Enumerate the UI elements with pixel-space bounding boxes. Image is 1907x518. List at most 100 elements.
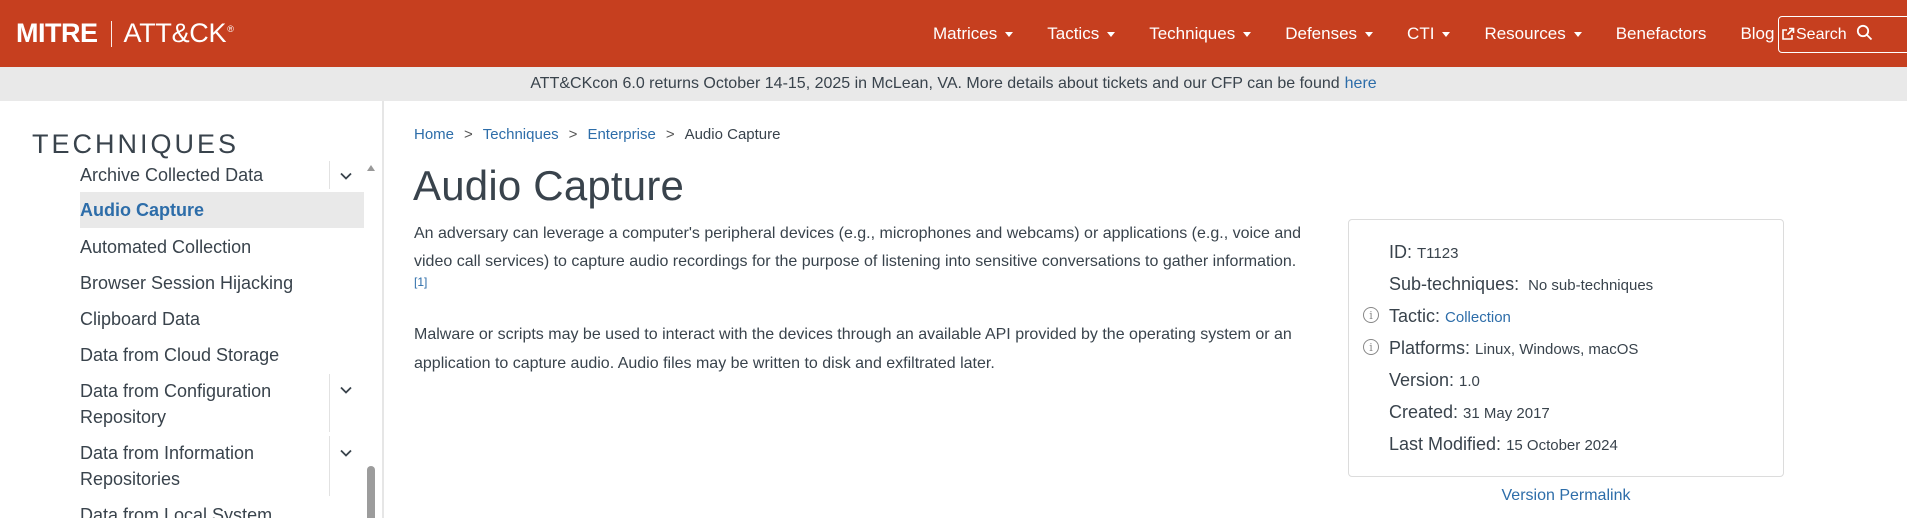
sidebar-item-label: Data from Configuration [80, 381, 272, 401]
description-line: application to capture audio. Audio file… [414, 355, 995, 372]
sidebar-item-label: Browser Session Hijacking [80, 273, 294, 293]
page-title: Audio Capture [413, 162, 685, 209]
sidebar-item-label: Automated Collection [80, 237, 252, 257]
top-navbar: MITRE ATT&CK® Matrices Tactics Technique… [0, 0, 1907, 67]
sidebar-divider [329, 374, 330, 432]
card-row-sub-techniques: Sub-techniques: No sub-techniques [1389, 274, 1653, 295]
technique-info-card: ID: T1123 Sub-techniques: No sub-techniq… [1348, 219, 1784, 477]
last-modified-value: 15 October 2024 [1506, 437, 1618, 454]
sidebar-item-data-from-information-repositories[interactable]: Data from Information Repositories [80, 440, 364, 492]
created-value: 31 May 2017 [1463, 405, 1550, 422]
card-row-platforms: Platforms: Linux, Windows, macOS [1389, 338, 1638, 359]
nav-matrices-label: Matrices [933, 23, 998, 43]
sidebar-item-data-from-configuration-repository[interactable]: Data from Configuration Repository [80, 378, 364, 430]
nav-cti-label: CTI [1407, 23, 1435, 43]
nav-resources[interactable]: Resources [1484, 0, 1582, 67]
sidebar-divider [329, 161, 330, 189]
banner-link[interactable]: here [1345, 75, 1377, 93]
description-line: Malware or scripts may be used to intera… [414, 326, 1292, 343]
chevron-down-icon [1243, 31, 1252, 37]
description-line: An adversary can leverage a computer's p… [414, 225, 1302, 242]
sidebar-item-label: Data from Cloud Storage [80, 345, 280, 365]
id-value: T1123 [1417, 245, 1459, 262]
nav-tactics[interactable]: Tactics [1047, 0, 1116, 67]
nav-menu: Matrices Tactics Techniques Defenses CTI… [933, 0, 1795, 67]
sidebar-item-browser-session-hijacking[interactable]: Browser Session Hijacking [80, 270, 364, 296]
logo-divider [110, 20, 112, 47]
chevron-down-icon[interactable] [339, 383, 353, 397]
card-row-created: Created: 31 May 2017 [1389, 402, 1550, 423]
sidebar-item-label: Clipboard Data [80, 309, 201, 329]
sidebar-item-label: Data from Information [80, 443, 255, 463]
card-row-last-modified: Last Modified: 15 October 2024 [1389, 434, 1618, 455]
nav-defenses-label: Defenses [1285, 23, 1358, 43]
nav-blog-label: Blog [1740, 23, 1775, 43]
platforms-value: Linux, Windows, macOS [1475, 341, 1639, 358]
sidebar-item-label: Archive Collected Data [80, 165, 264, 185]
nav-matrices[interactable]: Matrices [933, 0, 1014, 67]
scroll-up-arrow-icon[interactable] [367, 165, 375, 171]
card-row-version: Version: 1.0 [1389, 370, 1480, 391]
chevron-down-icon[interactable] [339, 446, 353, 460]
last-modified-label: Last Modified: [1389, 434, 1502, 454]
mitre-attack-logo[interactable]: MITRE ATT&CK® [16, 20, 234, 47]
breadcrumb-separator: > [665, 126, 675, 143]
sidebar-title: TECHNIQUES [32, 129, 240, 159]
breadcrumb: Home > Techniques > Enterprise > Audio C… [414, 126, 780, 143]
search-button[interactable]: Search [1778, 16, 1907, 53]
sidebar-item-label: Repository [80, 407, 167, 427]
created-label: Created: [1389, 402, 1459, 422]
nav-defenses[interactable]: Defenses [1285, 0, 1374, 67]
chevron-down-icon [1365, 31, 1374, 37]
chevron-down-icon [1442, 31, 1451, 37]
technique-description-2: Malware or scripts may be used to intera… [414, 320, 1314, 378]
platforms-label: Platforms: [1389, 338, 1471, 358]
version-permalink[interactable]: Version Permalink [1348, 487, 1784, 505]
sidebar-item-label: Data from Local System [80, 505, 273, 518]
breadcrumb-home[interactable]: Home [414, 126, 454, 143]
technique-description: An adversary can leverage a computer's p… [414, 220, 1314, 290]
info-icon[interactable]: i [1363, 307, 1379, 323]
tactic-label: Tactic: [1389, 306, 1441, 326]
tactic-link[interactable]: Collection [1445, 309, 1511, 326]
sidebar-item-automated-collection[interactable]: Automated Collection [80, 234, 364, 260]
logo-attck-label: ATT&CK [123, 18, 227, 48]
techniques-sidebar: TECHNIQUES Archive Collected Data Audio … [0, 101, 384, 518]
version-value: 1.0 [1459, 373, 1480, 390]
breadcrumb-techniques[interactable]: Techniques [483, 126, 559, 143]
breadcrumb-enterprise[interactable]: Enterprise [587, 126, 655, 143]
sidebar-scrollbar-thumb[interactable] [367, 466, 375, 518]
description-line: video call services) to capture audio re… [414, 253, 1297, 270]
card-row-tactic: Tactic: Collection [1389, 306, 1511, 327]
nav-techniques[interactable]: Techniques [1149, 0, 1252, 67]
nav-cti[interactable]: CTI [1407, 0, 1451, 67]
nav-techniques-label: Techniques [1149, 23, 1236, 43]
card-row-id: ID: T1123 [1389, 242, 1458, 263]
sidebar-item-data-from-cloud-storage[interactable]: Data from Cloud Storage [80, 342, 364, 368]
logo-registered-mark: ® [227, 24, 234, 34]
sidebar-item-audio-capture[interactable]: Audio Capture [80, 192, 364, 228]
chevron-down-icon [1107, 31, 1116, 37]
breadcrumb-current: Audio Capture [684, 126, 781, 143]
nav-benefactors-label: Benefactors [1615, 23, 1707, 43]
sidebar-item-archive-collected-data[interactable]: Archive Collected Data [80, 162, 364, 188]
chevron-down-icon[interactable] [339, 169, 353, 183]
announcement-banner: ATT&CKcon 6.0 returns October 14-15, 202… [0, 67, 1907, 101]
info-icon[interactable]: i [1363, 339, 1379, 355]
citation-link[interactable]: [1] [414, 274, 1314, 290]
banner-text: ATT&CKcon 6.0 returns October 14-15, 202… [530, 75, 1340, 92]
nav-resources-label: Resources [1484, 23, 1566, 43]
id-label: ID: [1389, 242, 1413, 262]
sub-techniques-value: No sub-techniques [1528, 277, 1654, 294]
version-label: Version: [1389, 370, 1455, 390]
sidebar-item-data-from-local-system[interactable]: Data from Local System [80, 502, 364, 518]
logo-mitre-text: MITRE [16, 18, 98, 48]
sidebar-item-clipboard-data[interactable]: Clipboard Data [80, 306, 364, 332]
nav-tactics-label: Tactics [1047, 23, 1100, 43]
sidebar-divider [329, 436, 330, 496]
nav-benefactors[interactable]: Benefactors [1616, 0, 1707, 67]
chevron-down-icon [1573, 31, 1582, 37]
search-button-label: Search [1796, 25, 1847, 43]
sidebar-item-label: Repositories [80, 469, 181, 489]
breadcrumb-separator: > [568, 126, 578, 143]
